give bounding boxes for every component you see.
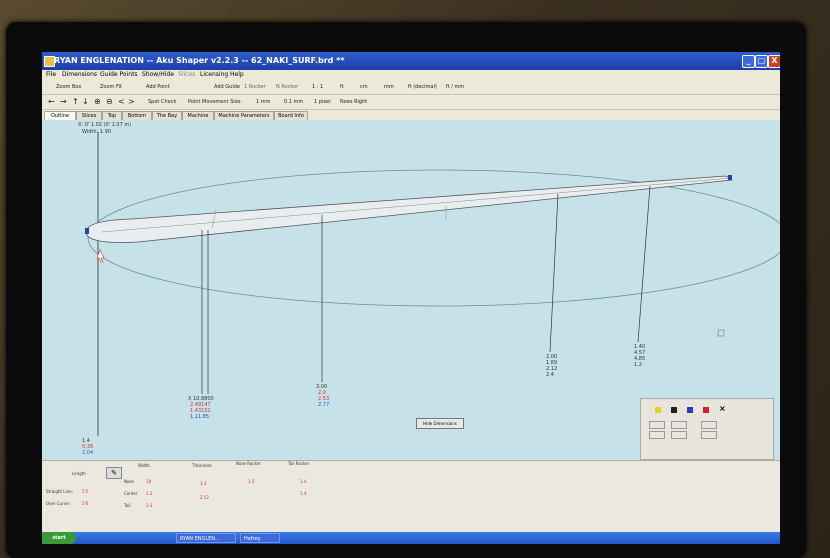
marker-1-line-3: 2.04 (82, 450, 94, 456)
pencil-icon[interactable]: ✎ (106, 467, 122, 479)
board-rail-shape (85, 175, 734, 243)
palette-box-2[interactable] (671, 421, 687, 429)
menu-bar: File Dimensions Guide Points Show/Hide S… (42, 70, 780, 80)
unit-ft-decimal-radio[interactable]: ft (decimal) (408, 84, 437, 90)
add-point-button[interactable]: Add Point (146, 84, 170, 90)
palette-box-5[interactable] (671, 431, 687, 439)
thickness-value-2: 2.52 (200, 495, 209, 500)
tail-rocker-label: Tail Rocker (288, 461, 310, 466)
measure-line-5 (637, 185, 651, 343)
arrow-left-icon[interactable]: ← (48, 97, 55, 106)
menu-show-hide[interactable]: Show/Hide (142, 71, 174, 78)
nose-label: Nose (124, 479, 134, 484)
tail-value: 2.3 (146, 503, 153, 508)
add-guide-button[interactable]: Add Guide (214, 84, 240, 90)
thickness-value-1: 3.4 (200, 481, 207, 486)
nose-rocker-value: 3.5 (248, 479, 255, 484)
tail-rocker-value-2: 1.4 (300, 491, 307, 496)
length-readout: X: 0' 1.02 (0' 1.07 m) (78, 122, 132, 128)
palette-box-4[interactable] (649, 431, 665, 439)
yellow-swatch[interactable] (655, 407, 661, 413)
movement-1mm-radio[interactable]: 1 mm (256, 99, 271, 105)
arrow-right-icon[interactable]: → (60, 97, 67, 106)
over-curve-value: 5'6 (82, 501, 89, 506)
tail-control-point (728, 175, 732, 180)
taskbar-item-aku-shaper[interactable]: RYAN ENGLEN... (176, 533, 236, 543)
thickness-label: Thickness (192, 463, 212, 468)
hide-dimensions-button[interactable]: Hide Dimensions (416, 418, 464, 429)
zoom-out-icon[interactable]: ⊖ (106, 97, 113, 106)
menu-slices[interactable]: Slices (178, 71, 195, 78)
rocker-n-button[interactable]: N Rocker (276, 84, 298, 90)
marker-4-line-4: 2.4 (546, 372, 554, 378)
marker-5-line-4: 1.2 (634, 362, 642, 368)
unit-cm-radio[interactable]: cm (360, 84, 368, 90)
board-outline-curve (87, 169, 780, 307)
close-button[interactable]: X (768, 55, 780, 68)
center-value: 1.2 (146, 491, 153, 496)
movement-1pixel-radio[interactable]: 1 pixel (314, 99, 331, 105)
blue-swatch[interactable] (687, 407, 693, 413)
tail-rocker-value-1: 1.4 (300, 479, 307, 484)
marker-2-line-4: 1.11.85 (190, 414, 210, 420)
width-label: Width (138, 463, 150, 468)
straight-line-value: 5'5 (82, 489, 89, 494)
cancel-icon[interactable]: × (719, 404, 726, 413)
unit-ft-radio[interactable]: ft (340, 84, 344, 90)
nose-value: 18 (146, 479, 152, 484)
menu-licensing[interactable]: Licensing (200, 71, 228, 78)
black-swatch[interactable] (671, 407, 677, 413)
screen: RYAN ENGLENATION -- Aku Shaper v2.2.3 --… (42, 52, 780, 544)
spot-check-checkbox[interactable]: Spot Check (148, 99, 176, 105)
width-readout: Width: 1.90 (82, 129, 111, 135)
zoom-fit-button[interactable]: Zoom Fit (100, 84, 122, 90)
straight-line-label: Straight Line: (46, 489, 73, 494)
nose-right-checkbox[interactable]: Nose Right (340, 99, 367, 105)
nose-control-point (85, 228, 89, 234)
menu-dimensions[interactable]: Dimensions (62, 71, 97, 78)
palette-box-6[interactable] (701, 431, 717, 439)
marker-3-line-4: 2.77 (318, 402, 330, 408)
chevron-left-icon[interactable]: < (118, 97, 125, 106)
scale-readout: 1 : 1 (312, 84, 324, 90)
palette-box-1[interactable] (649, 421, 665, 429)
window-title: RYAN ENGLENATION -- Aku Shaper v2.2.3 --… (54, 56, 345, 65)
movement-01mm-radio[interactable]: 0.1 mm (284, 99, 303, 105)
nose-rocker-label: Nose Rocker (236, 461, 261, 466)
zoom-box-button[interactable]: Zoom Box (56, 84, 81, 90)
length-label: Length (72, 471, 86, 476)
monitor-bezel: LG RYAN ENGLENATION -- Aku Shaper v2.2.3… (6, 22, 806, 558)
arrow-down-icon[interactable]: ↓ (82, 97, 89, 106)
tail-handle (717, 329, 725, 337)
taskbar: start RYAN ENGLEN... Hafrey (42, 532, 780, 544)
tool-palette: × (640, 398, 774, 460)
unit-mm-radio[interactable]: mm (384, 84, 394, 90)
arrow-up-icon[interactable]: ↑ (72, 97, 79, 106)
toolbar-navigation: ← → ↑ ↓ ⊕ ⊖ < > Spot Check Point Movemen… (42, 95, 780, 110)
menu-file[interactable]: File (46, 71, 56, 78)
point-movement-label: Point Movement Size: (188, 99, 243, 105)
measure-line-4 (549, 193, 559, 353)
tail-label: Tail (124, 503, 131, 508)
toolbar-main: Zoom Box Zoom Fit Add Point Add Guide 1 … (42, 80, 780, 95)
chevron-right-icon[interactable]: > (128, 97, 135, 106)
tab-bar: Outline Slices Top Bottom The Bay Machin… (42, 110, 780, 121)
over-curve-label: Over Curve: (46, 501, 71, 506)
taskbar-item-hafrey[interactable]: Hafrey (240, 533, 280, 543)
title-bar: RYAN ENGLENATION -- Aku Shaper v2.2.3 --… (42, 52, 780, 70)
menu-help[interactable]: Help (230, 71, 244, 78)
unit-ft-mm-radio[interactable]: ft / mm (446, 84, 464, 90)
start-button[interactable]: start (42, 532, 76, 544)
red-swatch[interactable] (703, 407, 709, 413)
palette-box-3[interactable] (701, 421, 717, 429)
menu-guide-points[interactable]: Guide Points (100, 71, 138, 78)
rocker-1-button[interactable]: 1 Rocker (244, 84, 266, 90)
minimize-button[interactable]: _ (742, 55, 755, 68)
maximize-button[interactable]: □ (755, 55, 768, 68)
center-label: Center (124, 491, 138, 496)
stringer-line (101, 177, 733, 233)
zoom-in-icon[interactable]: ⊕ (94, 97, 101, 106)
